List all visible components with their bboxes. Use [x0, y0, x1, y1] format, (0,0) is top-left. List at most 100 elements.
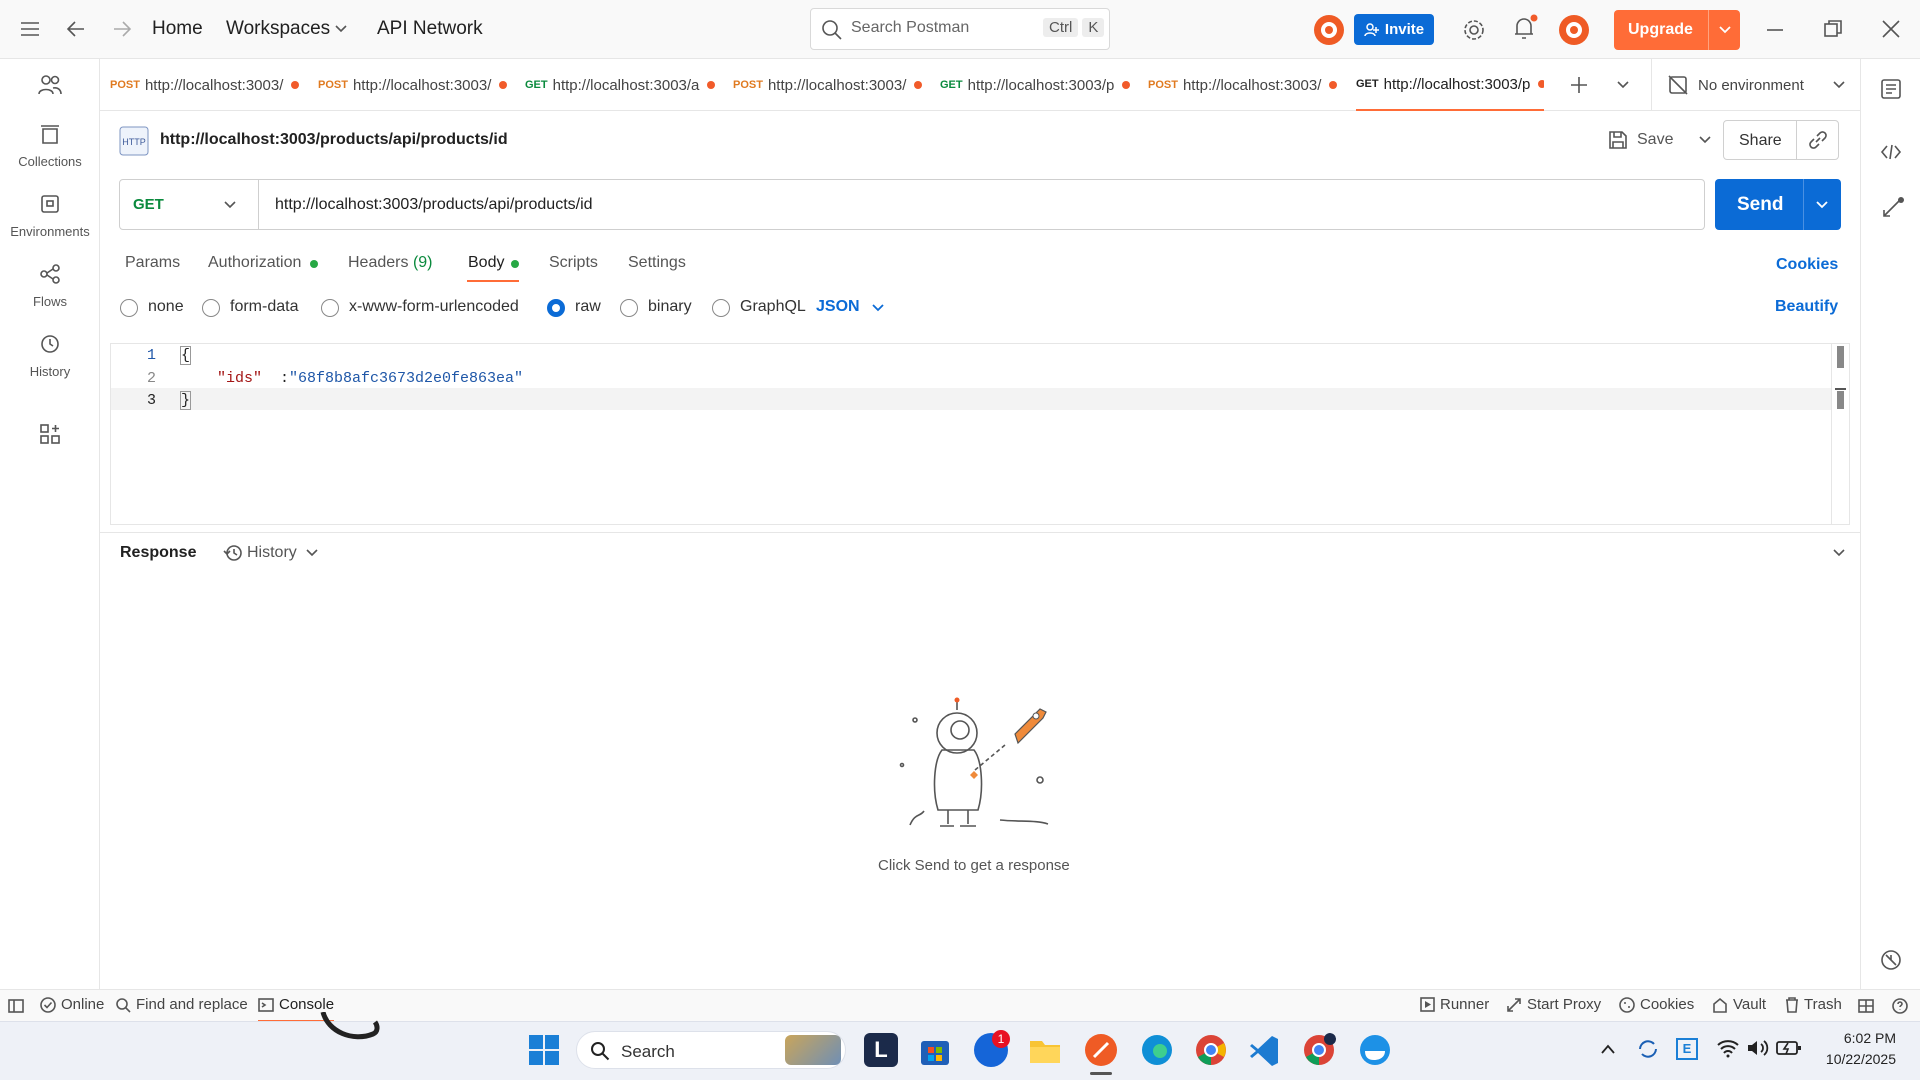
upgrade-button[interactable]: Upgrade [1614, 10, 1740, 50]
file-explorer-icon[interactable] [1028, 1033, 1062, 1067]
sidebar-item-flows[interactable]: Flows [0, 263, 100, 309]
sync-icon[interactable] [1636, 1037, 1660, 1061]
edge-icon[interactable] [1140, 1033, 1174, 1067]
battery-icon[interactable] [1776, 1039, 1802, 1057]
sidebar-item-history[interactable]: History [0, 333, 100, 379]
invite-button[interactable]: Invite [1354, 14, 1434, 45]
format-selector[interactable]: JSON [816, 298, 860, 316]
restore-icon[interactable] [1824, 20, 1842, 38]
wifi-icon[interactable] [1716, 1038, 1740, 1058]
chevron-down-icon[interactable] [1698, 135, 1712, 145]
chevron-down-icon[interactable] [1815, 200, 1829, 210]
tab-request-5[interactable]: GET http://localhost:3003/p [940, 59, 1135, 111]
cookies-button[interactable]: Cookies [1619, 996, 1694, 1013]
chrome-icon[interactable] [1194, 1033, 1228, 1067]
tab-params[interactable]: Params [125, 254, 180, 272]
tab-request-6[interactable]: POST http://localhost:3003/ [1148, 59, 1343, 111]
active-line-highlight [111, 388, 1831, 410]
link-icon[interactable] [1808, 130, 1828, 150]
save-button[interactable]: Save [1608, 122, 1728, 158]
search-box[interactable]: Search Postman Ctrl K [810, 8, 1110, 50]
avatar[interactable] [1558, 14, 1590, 46]
sidebar-item-collections[interactable]: Collections [0, 123, 100, 169]
tab-request-active[interactable]: GET http://localhost:3003/p [1356, 59, 1544, 111]
console-button[interactable]: Console [258, 996, 334, 1013]
start-proxy-button[interactable]: Start Proxy [1506, 996, 1601, 1013]
tab-scripts[interactable]: Scripts [549, 254, 598, 272]
store-icon[interactable] [918, 1033, 952, 1067]
chevron-down-icon[interactable] [1616, 80, 1630, 90]
tab-request-4[interactable]: POST http://localhost:3003/ [733, 59, 928, 111]
api-network-link[interactable]: API Network [377, 18, 483, 40]
tab-settings[interactable]: Settings [628, 254, 686, 272]
tab-headers[interactable]: Headers (9) [348, 254, 433, 272]
code-editor[interactable]: 1 { 2 "ids" : "68f8b8afc3673d2e0fe863ea"… [110, 343, 1850, 525]
tab-body[interactable]: Body [468, 254, 504, 272]
input-method-icon[interactable]: E [1676, 1038, 1698, 1060]
postman-app-icon[interactable] [1084, 1033, 1118, 1067]
add-widgets-icon[interactable] [39, 423, 61, 445]
chevron-down-icon[interactable] [871, 303, 885, 313]
beautify-link[interactable]: Beautify [1775, 298, 1838, 316]
documentation-icon[interactable] [1880, 78, 1902, 100]
chevron-down-icon[interactable] [1718, 25, 1732, 35]
sidebar-toggle-icon[interactable] [8, 999, 24, 1013]
tab-request-2[interactable]: POST http://localhost:3003/ [318, 59, 513, 111]
chevron-down-icon[interactable] [334, 24, 348, 34]
radio-urlencoded[interactable] [321, 299, 339, 317]
method-selector[interactable]: GET [120, 180, 259, 229]
cookies-link[interactable]: Cookies [1776, 256, 1838, 274]
menu-icon[interactable] [20, 20, 40, 38]
radio-graphql[interactable] [712, 299, 730, 317]
tab-request-1[interactable]: POST http://localhost:3003/ [110, 59, 305, 111]
sidebar-item-label: Collections [18, 154, 82, 169]
online-status[interactable]: Online [40, 996, 104, 1013]
windows-start-icon[interactable] [528, 1034, 560, 1066]
trash-button[interactable]: Trash [1785, 996, 1842, 1013]
runner-button[interactable]: Runner [1420, 996, 1489, 1013]
tab-request-3[interactable]: GET http://localhost:3003/a [525, 59, 720, 111]
chevron-down-icon[interactable] [1832, 548, 1846, 558]
request-title[interactable]: http://localhost:3003/products/api/produ… [160, 131, 508, 149]
chevron-up-icon[interactable] [1600, 1043, 1616, 1055]
volume-icon[interactable] [1746, 1038, 1770, 1058]
url-input[interactable]: http://localhost:3003/products/api/produ… [275, 196, 593, 214]
sidebar-item-environments[interactable]: Environments [0, 193, 100, 239]
help-settings-icon[interactable] [1880, 949, 1902, 971]
close-icon[interactable] [1882, 20, 1900, 38]
gear-icon[interactable] [1462, 18, 1486, 42]
tab-url: http://localhost:3003/ [144, 76, 284, 94]
vscode-icon[interactable] [1248, 1033, 1282, 1067]
share-button[interactable]: Share [1739, 132, 1782, 150]
taskbar-search[interactable]: Search [576, 1031, 846, 1069]
response-history-button[interactable]: History [223, 543, 319, 563]
vault-button[interactable]: Vault [1712, 996, 1766, 1013]
chrome-profile-icon[interactable] [1302, 1033, 1336, 1067]
related-collections-icon[interactable] [1880, 196, 1904, 220]
radio-binary[interactable] [620, 299, 638, 317]
home-link[interactable]: Home [152, 18, 203, 40]
plus-icon[interactable] [1570, 76, 1588, 94]
workspaces-menu[interactable]: Workspaces [226, 18, 330, 40]
clock-time[interactable]: 6:02 PM [1826, 1030, 1896, 1046]
scrollbar-thumb[interactable] [1837, 346, 1844, 368]
find-replace-button[interactable]: Find and replace [115, 996, 248, 1013]
code-icon[interactable] [1880, 142, 1902, 162]
bell-icon[interactable] [1512, 14, 1538, 42]
team-icon[interactable] [38, 74, 62, 96]
app-l-icon[interactable]: L [864, 1033, 898, 1067]
layout-icon[interactable] [1858, 999, 1874, 1013]
radio-none[interactable] [120, 299, 138, 317]
back-arrow-icon[interactable] [66, 19, 86, 39]
clock-date[interactable]: 10/22/2025 [1812, 1051, 1896, 1067]
tab-authorization[interactable]: Authorization [208, 254, 301, 272]
minimize-icon[interactable] [1766, 28, 1784, 32]
radio-raw[interactable] [547, 299, 565, 317]
environment-selector[interactable]: No environment [1668, 59, 1858, 111]
docker-icon[interactable] [1358, 1033, 1392, 1067]
send-button[interactable]: Send [1715, 179, 1841, 230]
forward-arrow-icon[interactable] [112, 19, 132, 39]
radio-form-data[interactable] [202, 299, 220, 317]
postman-logo-icon[interactable] [1313, 14, 1345, 46]
help-icon[interactable] [1892, 998, 1908, 1014]
